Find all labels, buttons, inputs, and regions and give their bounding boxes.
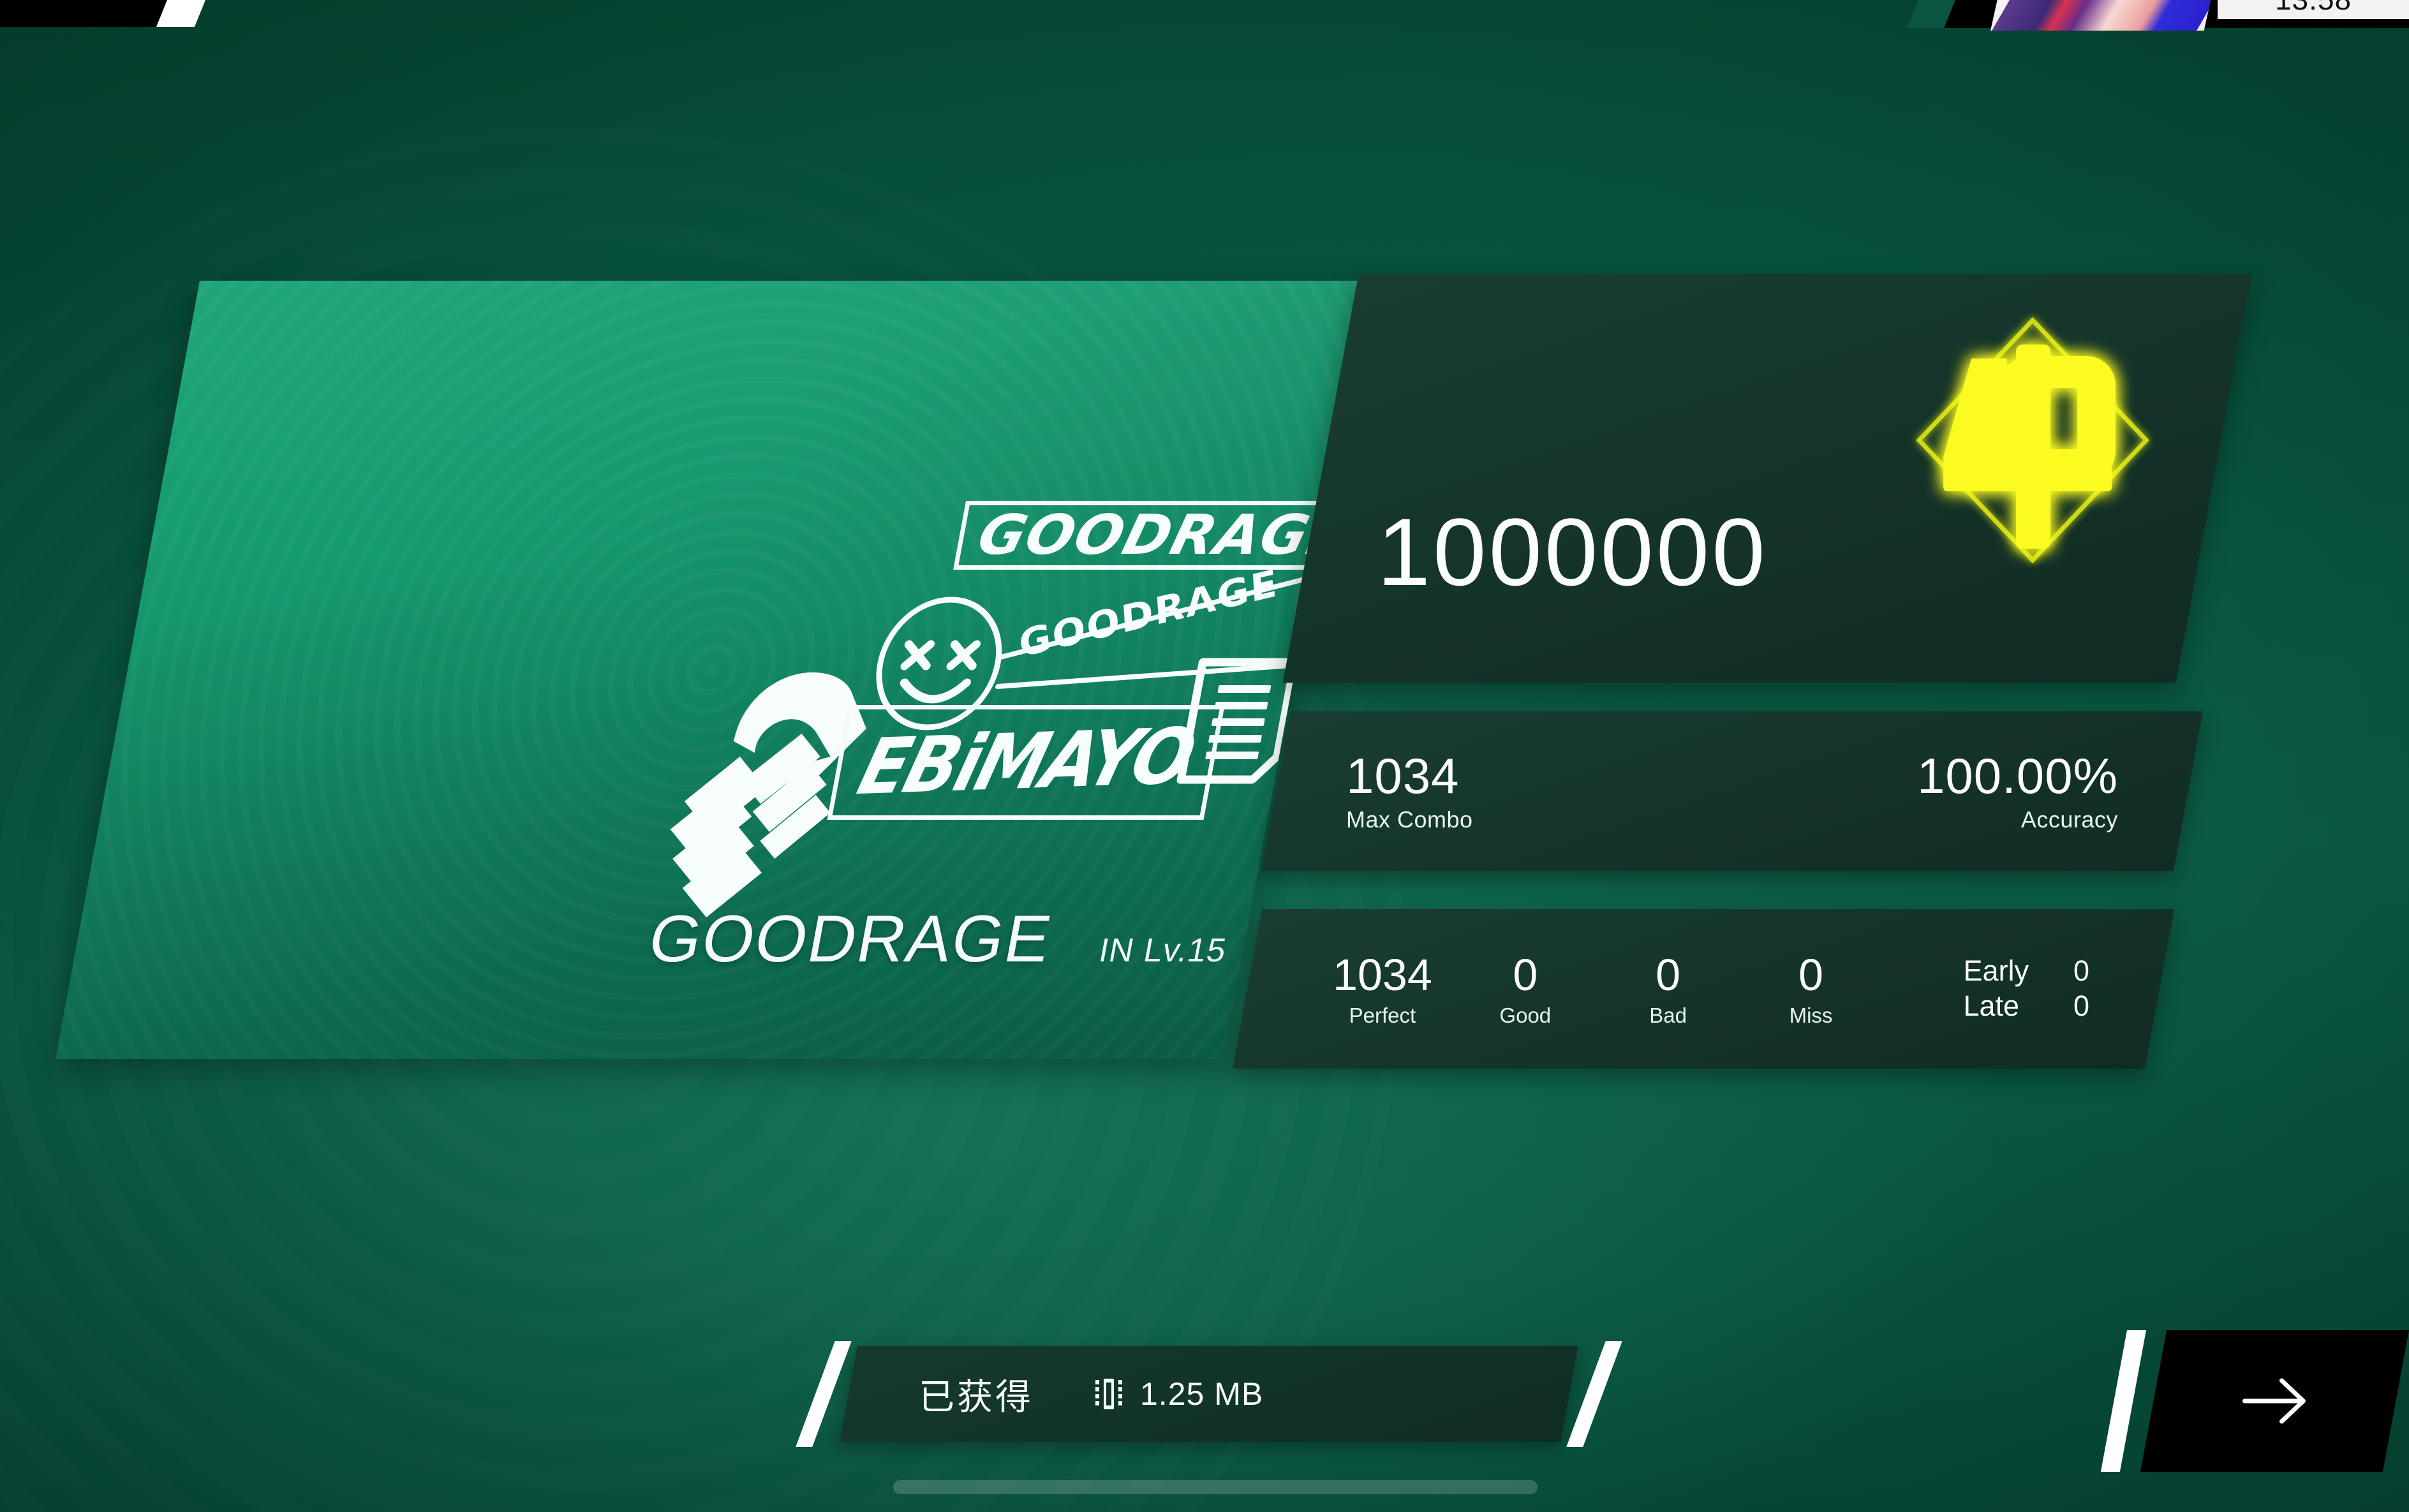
- judgement-miss: 0 Miss: [1740, 949, 1883, 1027]
- ray-label-text: GOODRAGE: [1018, 561, 1279, 666]
- status-clock: 13:58: [2218, 0, 2409, 19]
- artist-tag-box: EBiMAYO: [827, 705, 1225, 820]
- difficulty-abbrev: IN: [1096, 932, 1138, 969]
- next-button[interactable]: [2100, 1330, 2409, 1472]
- accuracy-value: 100.00%: [1917, 748, 2118, 804]
- song-illustration-card[interactable]: GOODRAGE GOODRAGE EBiMAYO GOODRAGE IN Lv…: [55, 281, 1368, 1059]
- level-value: Lv.15: [1141, 932, 1230, 969]
- judgement-perfect: 1034 Perfect: [1311, 949, 1454, 1027]
- judgement-good-label: Good: [1499, 1003, 1552, 1027]
- acquired-label: 已获得: [919, 1376, 1034, 1418]
- status-bar-right-notch: 13:58: [1907, 0, 2409, 31]
- phi-grade-badge: [1905, 306, 2160, 574]
- score-panel: 1000000: [1282, 274, 2252, 683]
- accuracy-label: Accuracy: [2020, 806, 2118, 833]
- early-label: Early: [1963, 954, 2029, 988]
- data-chip-icon: [1094, 1377, 1123, 1411]
- judgement-good: 0 Good: [1454, 949, 1597, 1027]
- max-combo-label: Max Combo: [1346, 806, 1473, 833]
- judgement-bad-label: Bad: [1649, 1003, 1687, 1027]
- data-size-text: 1.25 MB: [1140, 1376, 1264, 1412]
- combo-accuracy-panel: 1034 Max Combo 100.00% Accuracy: [1261, 711, 2204, 871]
- early-late-stat: Early Late 0 0: [1882, 954, 2089, 1024]
- judgement-good-value: 0: [1513, 949, 1538, 1000]
- max-combo-value: 1034: [1346, 748, 1460, 804]
- artist-tag-text: EBiMAYO: [849, 711, 1203, 813]
- home-indicator: [893, 1480, 1538, 1494]
- user-avatar-thumbnail[interactable]: [1990, 0, 2218, 31]
- judgement-miss-label: Miss: [1789, 1003, 1833, 1027]
- max-combo-stat: 1034 Max Combo: [1346, 748, 1473, 833]
- late-label: Late: [1963, 989, 2020, 1022]
- acquired-data-bar: 已获得 1.25 MB: [796, 1341, 1622, 1447]
- difficulty-level-label: IN Lv.15: [1096, 931, 1229, 970]
- illustration-wordmark-text: GOODRAGE: [971, 503, 1356, 567]
- status-bar-left-notch: [0, 0, 205, 27]
- judgement-miss-value: 0: [1798, 949, 1823, 1000]
- arrow-right-icon[interactable]: [2239, 1375, 2309, 1427]
- judgement-bad-value: 0: [1656, 949, 1681, 1000]
- late-value: 0: [2073, 989, 2090, 1022]
- song-title: GOODRAGE: [643, 902, 1058, 976]
- judgement-perfect-label: Perfect: [1349, 1003, 1416, 1027]
- accuracy-stat: 100.00% Accuracy: [1917, 748, 2118, 833]
- grade-phi-glyph: [1943, 345, 2116, 549]
- score-value: 1000000: [1377, 498, 1768, 605]
- judgement-panel: 1034 Perfect 0 Good 0 Bad 0 Miss Early L…: [1232, 909, 2175, 1069]
- judgement-perfect-value: 1034: [1333, 949, 1432, 1000]
- judgement-bad: 0 Bad: [1597, 949, 1740, 1027]
- early-value: 0: [2073, 954, 2090, 988]
